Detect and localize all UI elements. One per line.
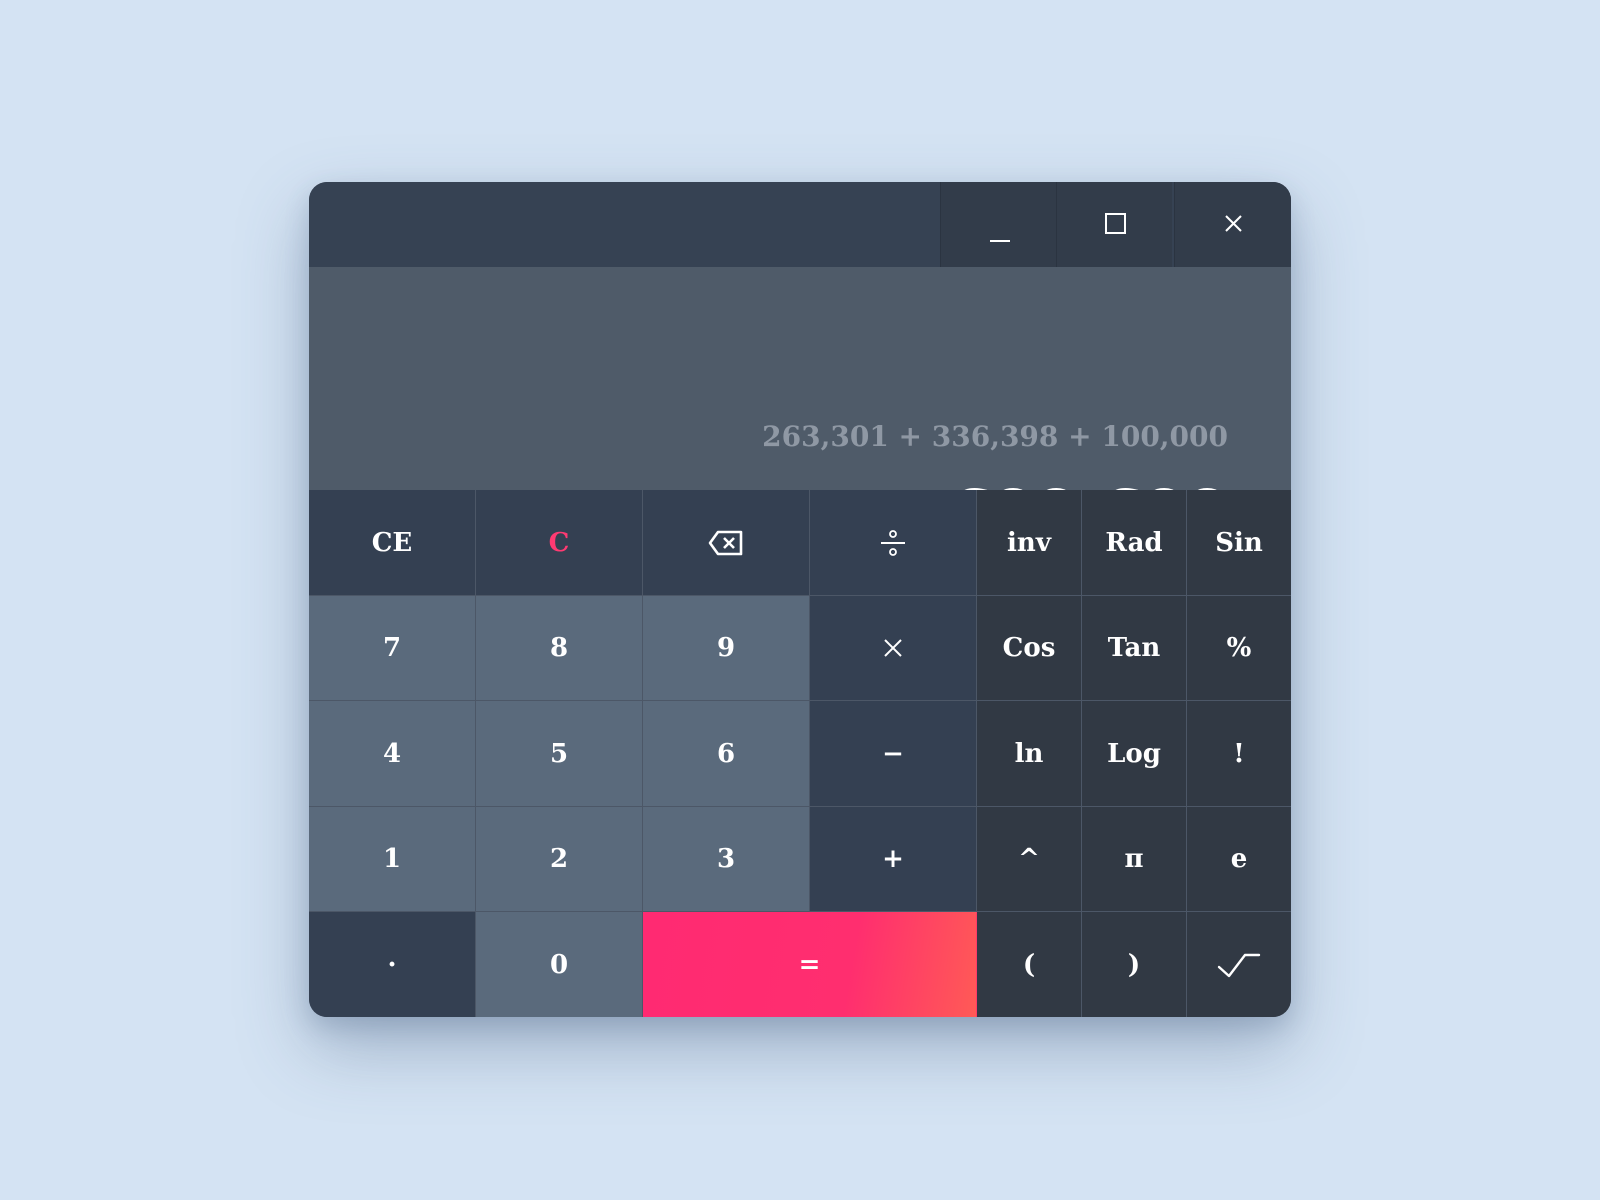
- clear-button[interactable]: C: [476, 490, 643, 596]
- digit-4-label: 4: [382, 738, 402, 769]
- pi-button[interactable]: π: [1082, 807, 1187, 912]
- clear-entry-label: CE: [371, 527, 413, 558]
- tangent-button[interactable]: Tan: [1082, 596, 1187, 701]
- digit-7-label: 7: [382, 633, 402, 663]
- close-button[interactable]: [1174, 182, 1291, 267]
- maximize-icon: [1105, 213, 1126, 234]
- subtract-label: −: [882, 738, 904, 769]
- equals-label: =: [798, 949, 821, 980]
- clear-label: C: [548, 527, 570, 558]
- digit-6-label: 6: [716, 738, 736, 769]
- inverse-label: inv: [1007, 527, 1051, 558]
- cosine-button[interactable]: Cos: [977, 596, 1082, 701]
- square-root-icon: [1217, 953, 1261, 977]
- open-paren-label: (: [1022, 949, 1036, 980]
- add-button[interactable]: +: [810, 807, 977, 912]
- open-paren-button[interactable]: (: [977, 912, 1082, 1017]
- divide-button[interactable]: [810, 490, 977, 596]
- digit-7-button[interactable]: 7: [309, 596, 476, 701]
- factorial-button[interactable]: !: [1187, 701, 1291, 807]
- factorial-label: !: [1233, 738, 1245, 769]
- radians-button[interactable]: Rad: [1082, 490, 1187, 596]
- digit-0-label: 0: [549, 949, 569, 980]
- power-label: ^: [1018, 844, 1040, 874]
- decimal-button[interactable]: ·: [309, 912, 476, 1017]
- multiply-icon: [884, 639, 902, 657]
- digit-3-button[interactable]: 3: [643, 807, 810, 912]
- equals-button[interactable]: =: [643, 912, 977, 1017]
- backspace-button[interactable]: [643, 490, 810, 596]
- close-icon: [1225, 215, 1242, 232]
- add-label: +: [882, 844, 904, 874]
- natural-log-button[interactable]: ln: [977, 701, 1082, 807]
- inverse-button[interactable]: inv: [977, 490, 1082, 596]
- digit-8-button[interactable]: 8: [476, 596, 643, 701]
- title-bar[interactable]: [309, 182, 1291, 267]
- digit-1-button[interactable]: 1: [309, 807, 476, 912]
- expression-display: 263,301 + 336,398 + 100,000: [762, 420, 1228, 453]
- digit-3-label: 3: [716, 844, 736, 874]
- digit-5-button[interactable]: 5: [476, 701, 643, 807]
- digit-4-button[interactable]: 4: [309, 701, 476, 807]
- digit-2-button[interactable]: 2: [476, 807, 643, 912]
- digit-9-button[interactable]: 9: [643, 596, 810, 701]
- minimize-icon: [990, 240, 1010, 242]
- divide-icon: [881, 529, 905, 556]
- digit-0-button[interactable]: 0: [476, 912, 643, 1017]
- multiply-button[interactable]: [810, 596, 977, 701]
- clear-entry-button[interactable]: CE: [309, 490, 476, 596]
- log-button[interactable]: Log: [1082, 701, 1187, 807]
- pi-label: π: [1124, 844, 1144, 874]
- close-paren-button[interactable]: ): [1082, 912, 1187, 1017]
- minimize-button[interactable]: [940, 182, 1056, 267]
- power-button[interactable]: ^: [977, 807, 1082, 912]
- euler-button[interactable]: e: [1187, 807, 1291, 912]
- digit-6-button[interactable]: 6: [643, 701, 810, 807]
- radians-label: Rad: [1105, 527, 1163, 558]
- euler-label: e: [1230, 844, 1248, 874]
- calculator-window: 263,301 + 336,398 + 100,000 699,699 CE C…: [309, 182, 1291, 1017]
- tangent-label: Tan: [1107, 633, 1161, 663]
- cosine-label: Cos: [1002, 633, 1056, 663]
- digit-1-label: 1: [382, 844, 402, 874]
- digit-2-label: 2: [549, 844, 569, 874]
- digit-5-label: 5: [549, 738, 569, 769]
- natural-log-label: ln: [1014, 738, 1044, 769]
- square-root-button[interactable]: [1187, 912, 1291, 1017]
- decimal-label: ·: [387, 949, 397, 980]
- digit-8-label: 8: [549, 633, 569, 663]
- close-paren-label: ): [1127, 949, 1141, 980]
- sine-label: Sin: [1215, 527, 1263, 558]
- percent-label: %: [1226, 633, 1252, 663]
- sine-button[interactable]: Sin: [1187, 490, 1291, 596]
- maximize-button[interactable]: [1056, 182, 1172, 267]
- percent-button[interactable]: %: [1187, 596, 1291, 701]
- subtract-button[interactable]: −: [810, 701, 977, 807]
- digit-9-label: 9: [716, 633, 736, 663]
- backspace-icon: [708, 530, 743, 555]
- log-label: Log: [1107, 738, 1161, 769]
